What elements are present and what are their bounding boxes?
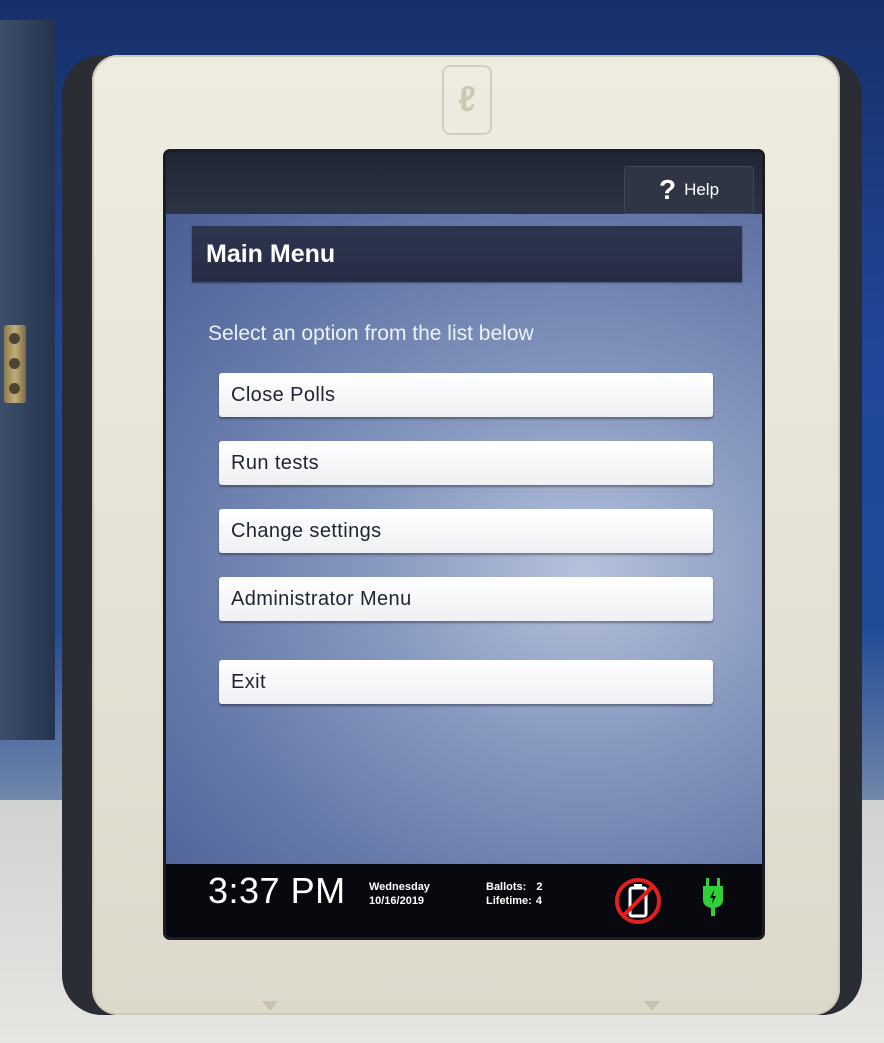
power-plug-icon <box>703 878 723 916</box>
device-logo: ℓ <box>442 65 492 135</box>
administrator-menu-button[interactable]: Administrator Menu <box>219 577 713 621</box>
lifetime-value: 4 <box>535 895 542 907</box>
question-mark-icon: ? <box>658 174 677 205</box>
top-bar: ? Help <box>166 152 762 214</box>
exit-button[interactable]: Exit <box>219 660 713 704</box>
help-button[interactable]: ? Help <box>624 166 754 214</box>
page-title: Main Menu <box>206 240 336 268</box>
ballot-counts: Ballots: 2 Lifetime: 4 <box>486 880 542 908</box>
bezel-notch <box>262 1001 278 1011</box>
change-settings-button[interactable]: Change settings <box>219 509 713 553</box>
touch-screen: ? Help Main Menu Select an option from t… <box>166 152 762 937</box>
title-bar: Main Menu <box>192 226 742 282</box>
clock: 3:37 PM <box>208 870 346 911</box>
no-battery-icon <box>615 878 661 924</box>
hinge <box>4 325 26 403</box>
day-label: Wednesday <box>369 881 430 893</box>
lifetime-label: Lifetime: <box>486 895 532 907</box>
instruction-text: Select an option from the list below <box>208 322 534 345</box>
bezel-notch <box>644 1001 660 1011</box>
status-bar: 3:37 PM Wednesday 10/16/2019 Ballots: 2 L… <box>166 864 762 937</box>
ballots-label: Ballots: <box>486 881 527 893</box>
run-tests-button[interactable]: Run tests <box>219 441 713 485</box>
help-label: Help <box>684 180 720 199</box>
date-label: 10/16/2019 <box>369 895 425 907</box>
date-display: Wednesday 10/16/2019 <box>369 880 430 908</box>
ballots-value: 2 <box>536 881 543 893</box>
main-content: Main Menu Select an option from the list… <box>166 214 762 864</box>
close-polls-button[interactable]: Close Polls <box>219 373 713 417</box>
